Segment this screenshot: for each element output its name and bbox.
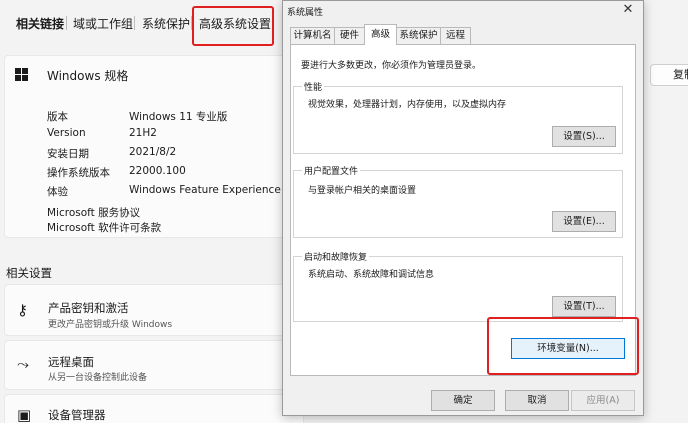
group-desc-performance: 视觉效果，处理器计划，内存使用，以及虚拟内存 <box>308 100 507 110</box>
group-performance: 性能 视觉效果，处理器计划，内存使用，以及虚拟内存 设置(S)... <box>293 80 623 154</box>
spec-value-experience: Windows Feature Experience Pack <box>129 184 285 196</box>
setting-title: 产品密钥和激活 <box>48 301 129 315</box>
divider <box>66 16 67 30</box>
related-links-label: 相关链接 <box>16 17 65 31</box>
performance-settings-button[interactable]: 设置(S)... <box>552 126 616 147</box>
startup-recovery-settings-button[interactable]: 设置(T)... <box>552 296 616 317</box>
domain-workgroup-link[interactable]: 域或工作组 <box>73 15 133 32</box>
remote-desktop-icon: ⤳ <box>17 355 30 373</box>
spec-label-install-date: 安装日期 <box>47 148 89 160</box>
group-desc-user-profiles: 与登录帐户相关的桌面设置 <box>308 186 417 196</box>
windows-specs-title: Windows 规格 <box>47 69 129 83</box>
tab-computer-name[interactable]: 计算机名 <box>290 27 335 44</box>
related-settings-title: 相关设置 <box>6 266 52 280</box>
group-user-profiles: 用户配置文件 与登录帐户相关的桌面设置 设置(E)... <box>293 164 623 238</box>
group-title-startup-recovery: 启动和故障恢复 <box>302 250 370 263</box>
environment-variables-button[interactable]: 环境变量(N)... <box>511 338 625 359</box>
setting-card-remote-desktop[interactable]: ⤳ 远程桌面 从另一台设备控制此设备 <box>4 340 304 390</box>
divider <box>134 16 135 30</box>
group-desc-startup-recovery: 系统启动、系统故障和调试信息 <box>308 270 435 280</box>
spec-label-version: Version <box>47 127 86 139</box>
microsoft-services-agreement-link[interactable]: Microsoft 服务协议 <box>47 205 140 220</box>
spec-label-edition: 版本 <box>47 111 68 123</box>
copy-button[interactable]: 复制 <box>650 64 688 86</box>
admin-note: 要进行大多数更改，你必须作为管理员登录。 <box>301 61 482 71</box>
setting-title: 远程桌面 <box>48 355 94 369</box>
spec-value-os-build: 22000.100 <box>129 165 186 177</box>
spec-value-edition: Windows 11 专业版 <box>129 111 228 123</box>
setting-card-product-key[interactable]: ⚷ 产品密钥和激活 更改产品密钥或升级 Windows <box>4 284 304 336</box>
spec-value-version: 21H2 <box>129 127 157 139</box>
tab-remote[interactable]: 远程 <box>440 27 471 44</box>
group-title-user-profiles: 用户配置文件 <box>302 164 361 177</box>
ok-button[interactable]: 确定 <box>431 390 495 411</box>
advanced-system-settings-link[interactable]: 高级系统设置 <box>199 15 271 32</box>
divider <box>191 16 192 30</box>
group-startup-recovery: 启动和故障恢复 系统启动、系统故障和调试信息 设置(T)... <box>293 250 623 322</box>
setting-subtitle: 更改产品密钥或升级 Windows <box>48 320 173 330</box>
key-icon: ⚷ <box>17 301 28 319</box>
setting-subtitle: 从另一台设备控制此设备 <box>48 373 148 383</box>
close-icon[interactable]: ✕ <box>619 2 637 18</box>
system-properties-dialog: 系统属性 ✕ 计算机名 硬件 高级 系统保护 远程 要进行大多数更改，你必须作为… <box>282 0 644 416</box>
spec-label-experience: 体验 <box>47 186 68 198</box>
setting-card-device-manager[interactable]: ▣ 设备管理器 <box>4 394 304 423</box>
spec-label-os-build: 操作系统版本 <box>47 167 110 179</box>
tab-advanced[interactable]: 高级 <box>364 24 397 45</box>
group-title-performance: 性能 <box>302 80 325 93</box>
system-protection-link[interactable]: 系统保护 <box>142 15 190 32</box>
apply-button[interactable]: 应用(A) <box>571 390 635 411</box>
user-profiles-settings-button[interactable]: 设置(E)... <box>552 211 616 232</box>
microsoft-license-terms-link[interactable]: Microsoft 软件许可条款 <box>47 220 161 235</box>
tab-hardware[interactable]: 硬件 <box>334 27 365 44</box>
cancel-button[interactable]: 取消 <box>505 390 569 411</box>
tab-system-protection[interactable]: 系统保护 <box>396 27 441 44</box>
device-manager-icon: ▣ <box>17 406 32 423</box>
spec-value-install-date: 2021/8/2 <box>129 146 177 158</box>
windows-logo-icon <box>15 68 28 81</box>
dialog-title: 系统属性 <box>287 8 324 18</box>
setting-title: 设备管理器 <box>48 408 106 422</box>
